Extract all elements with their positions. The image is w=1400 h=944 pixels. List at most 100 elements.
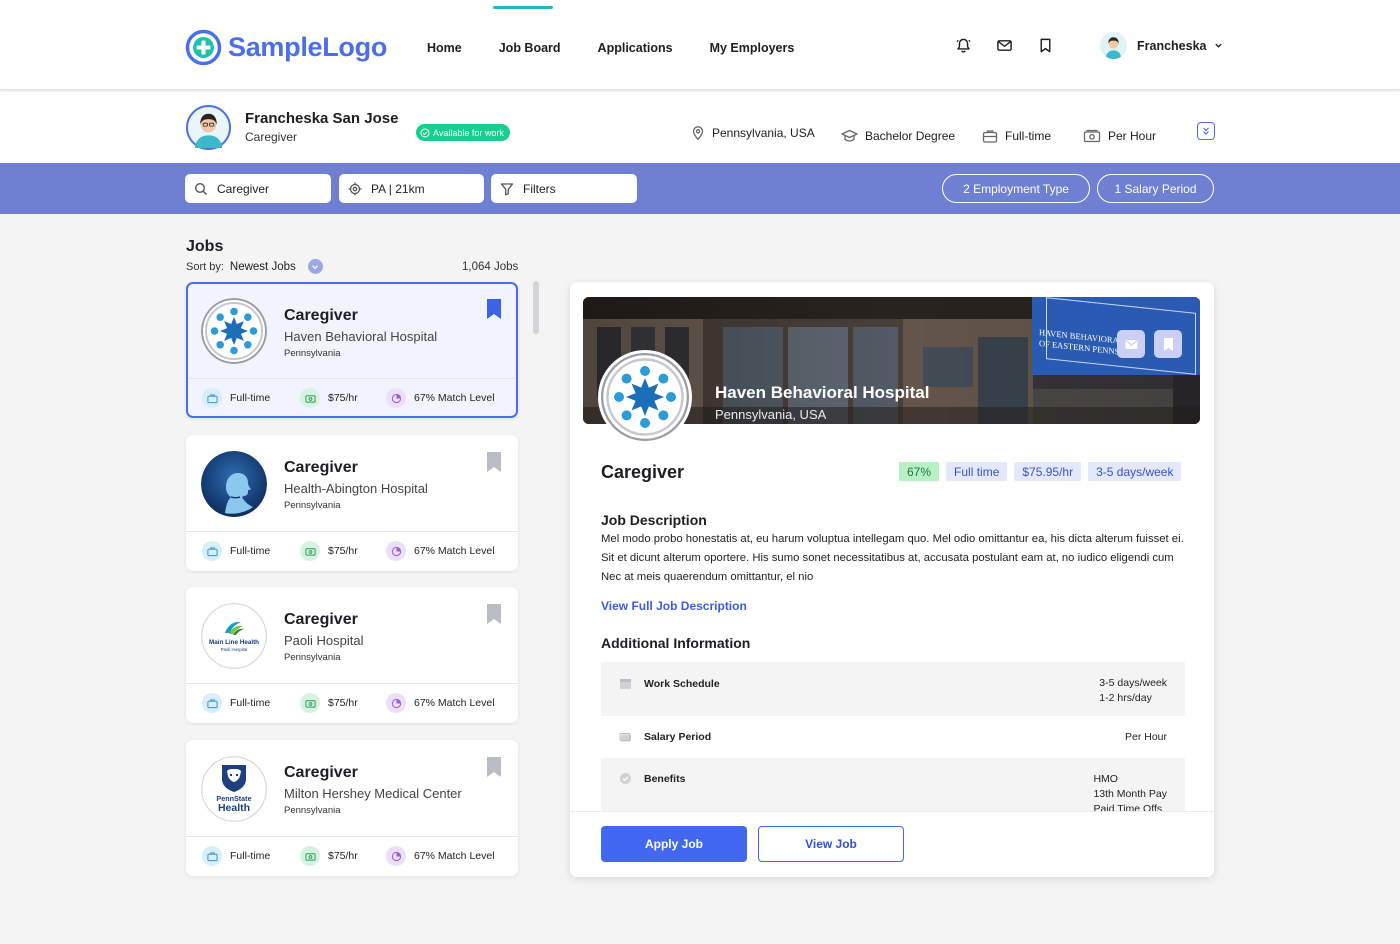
job-card[interactable]: Caregiver Health-Abington Hospital Penns…	[186, 435, 518, 571]
profile-summary: Francheska San Jose Caregiver Available …	[0, 92, 1400, 163]
job-type: Full-time	[202, 693, 270, 713]
message-employer-button[interactable]	[1117, 330, 1145, 358]
user-name: Francheska	[1137, 38, 1207, 53]
job-match-text: 67% Match Level	[414, 850, 495, 862]
nav-job-board[interactable]: Job Board	[499, 41, 561, 55]
company-logo-haven	[201, 298, 267, 364]
profile-employment-text: Full-time	[1005, 129, 1052, 143]
search-bar: Caregiver PA | 21km Filters 2 Employment…	[0, 163, 1400, 214]
match-tag: 67%	[899, 462, 940, 481]
benefit-item: 13th Month Pay	[1093, 788, 1167, 800]
detail-job-title: Caregiver	[601, 462, 685, 482]
verified-badge-icon	[620, 773, 631, 784]
job-company: Milton Hershey Medical Center	[284, 786, 462, 801]
job-match: 67% Match Level	[386, 541, 495, 561]
job-count: 1,064 Jobs	[462, 261, 519, 273]
job-title: Caregiver	[284, 459, 358, 476]
active-nav-indicator	[493, 6, 553, 9]
job-detail-panel: HAVEN BEHAVIORAL HOS OF EASTERN PENNSYLV…	[570, 282, 1214, 877]
job-description-heading: Job Description	[601, 512, 707, 528]
profile-location-text: Pennsylvania, USA	[712, 126, 815, 140]
profile-avatar	[186, 105, 231, 150]
job-type-text: Full-time	[230, 697, 271, 709]
work-schedule-hours: 1-2 hrs/day	[1099, 692, 1152, 704]
bookmark-icon[interactable]	[1037, 37, 1054, 54]
job-match-text: 67% Match Level	[414, 545, 495, 557]
nav-applications[interactable]: Applications	[598, 41, 673, 55]
keyword-search-input[interactable]: Caregiver	[185, 174, 331, 203]
bookmark-icon[interactable]	[486, 756, 502, 778]
briefcase-icon	[202, 846, 222, 866]
bookmark-icon	[1163, 337, 1173, 351]
card-divider	[186, 836, 518, 837]
benefit-item: HMO	[1093, 773, 1118, 785]
job-rate-text: $75/hr	[328, 850, 358, 862]
job-match-text: 67% Match Level	[414, 392, 495, 404]
sort-control: Sort by: Newest Jobs	[186, 259, 323, 274]
availability-badge: Available for work	[416, 124, 510, 141]
sort-label: Sort by:	[186, 260, 224, 273]
chevron-down-icon	[1215, 43, 1223, 48]
work-schedule-label: Work Schedule	[644, 678, 720, 690]
match-gauge-icon	[386, 388, 406, 408]
mainline-logo-text: Main Line Health	[209, 639, 259, 646]
job-company: Paoli Hospital	[284, 633, 364, 648]
job-rate: $75/hr	[300, 388, 358, 408]
profile-name: Francheska San Jose	[245, 110, 399, 127]
money-icon	[300, 388, 320, 408]
profile-pay-text: Per Hour	[1108, 129, 1157, 143]
logo[interactable]: SampleLogo	[185, 29, 387, 66]
company-logo-penn-state: PennState Health	[201, 756, 267, 822]
briefcase-icon	[202, 693, 222, 713]
profile-role: Caregiver	[245, 130, 298, 144]
crosshair-icon	[348, 182, 362, 195]
main-nav: Home Job Board Applications My Employers	[427, 41, 831, 55]
view-full-description-link[interactable]: View Full Job Description	[601, 599, 747, 613]
apply-job-button[interactable]: Apply Job	[601, 826, 747, 862]
job-rate: $75/hr	[300, 846, 358, 866]
user-menu[interactable]: Francheska	[1100, 32, 1223, 59]
mail-icon[interactable]	[996, 37, 1013, 54]
bookmark-icon[interactable]	[486, 451, 502, 473]
nav-my-employers[interactable]: My Employers	[710, 41, 795, 55]
job-description-text: Mel modo probo honestatis at, eu harum v…	[601, 533, 1184, 583]
match-gauge-icon	[386, 846, 406, 866]
employment-type-filter-button[interactable]: 2 Employment Type	[942, 174, 1090, 203]
job-location: Pennsylvania	[284, 652, 341, 663]
jobs-scrollbar[interactable]	[533, 281, 539, 334]
profile-education-text: Bachelor Degree	[865, 129, 956, 143]
detail-actions: Apply Job View Job	[570, 811, 1214, 877]
salary-period-filter-button[interactable]: 1 Salary Period	[1097, 174, 1214, 203]
card-divider	[188, 378, 516, 379]
money-icon	[300, 693, 320, 713]
profile-pay: Per Hour	[1082, 128, 1156, 144]
sort-dropdown-button[interactable]	[307, 259, 323, 274]
location-search-input[interactable]: PA | 21km	[339, 174, 484, 203]
nav-home[interactable]: Home	[427, 41, 462, 55]
save-job-button[interactable]	[1154, 330, 1182, 358]
bell-icon[interactable]	[955, 37, 972, 54]
graduation-cap-icon	[841, 129, 858, 142]
card-divider	[186, 683, 518, 684]
schedule-tag: 3-5 days/week	[1088, 462, 1182, 481]
briefcase-icon	[202, 388, 222, 408]
bookmark-icon[interactable]	[486, 603, 502, 625]
job-card[interactable]: PennState Health Caregiver Milton Hershe…	[186, 740, 518, 876]
bookmark-filled-icon[interactable]	[486, 298, 502, 320]
job-company: Haven Behavioral Hospital	[284, 329, 438, 344]
keyword-search-value: Caregiver	[217, 181, 270, 196]
job-title: Caregiver	[284, 611, 358, 628]
job-location: Pennsylvania	[284, 348, 341, 359]
job-rate-text: $75/hr	[328, 392, 358, 404]
job-card[interactable]: Caregiver Haven Behavioral Hospital Penn…	[186, 282, 518, 418]
view-job-button[interactable]: View Job	[758, 826, 904, 862]
filters-button[interactable]: Filters	[491, 174, 637, 203]
mail-icon	[1125, 339, 1137, 349]
filters-label: Filters	[523, 181, 556, 196]
briefcase-icon	[982, 130, 998, 143]
job-type: Full-time	[202, 846, 270, 866]
expand-profile-button[interactable]	[1197, 122, 1215, 140]
job-card[interactable]: Main Line Health Paoli Hospital Caregive…	[186, 587, 518, 723]
job-rate-text: $75/hr	[328, 545, 358, 557]
logo-cross-icon	[185, 29, 222, 66]
